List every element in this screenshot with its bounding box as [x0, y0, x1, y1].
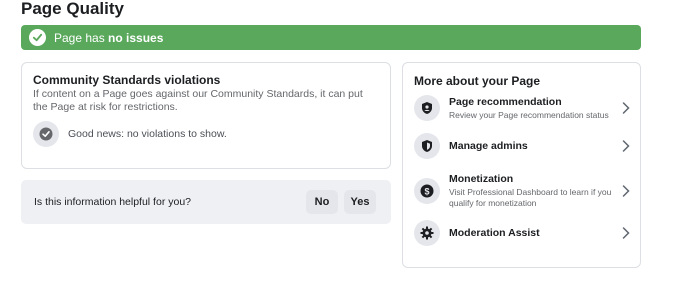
more-about-page-card: More about your Page Page recommendation… [402, 62, 641, 268]
helpful-feedback-bar: Is this information helpful for you? No … [21, 180, 391, 224]
dollar-icon: $ [414, 178, 440, 204]
shield-icon [414, 133, 440, 159]
chevron-right-icon [622, 185, 630, 197]
more-title: More about your Page [414, 74, 541, 88]
manage-admins-title: Manage admins [449, 140, 528, 152]
banner-text-prefix: Page has [54, 30, 109, 45]
check-circle-icon [29, 29, 46, 46]
gear-icon [414, 220, 440, 246]
banner-text: Page has no issues [54, 31, 163, 45]
yes-button[interactable]: Yes [344, 190, 376, 214]
page-recommendation-subtitle: Review your Page recommendation status [449, 109, 609, 120]
chevron-right-icon [622, 140, 630, 152]
chevron-right-icon [622, 102, 630, 114]
moderation-assist-title: Moderation Assist [449, 227, 540, 239]
page-recommendation-item[interactable]: Page recommendation Review your Page rec… [414, 93, 630, 123]
monetization-item[interactable]: $ Monetization Visit Professional Dashbo… [414, 173, 630, 209]
status-banner: Page has no issues [21, 25, 641, 50]
badge-icon [414, 95, 440, 121]
no-violations-status: Good news: no violations to show. [33, 121, 227, 147]
standards-title: Community Standards violations [33, 73, 221, 87]
helpful-question: Is this information helpful for you? [34, 196, 191, 208]
chevron-right-icon [622, 227, 630, 239]
svg-text:$: $ [424, 186, 429, 196]
community-standards-card: Community Standards violations If conten… [21, 62, 391, 169]
moderation-assist-item[interactable]: Moderation Assist [414, 218, 630, 248]
no-button[interactable]: No [306, 190, 338, 214]
manage-admins-item[interactable]: Manage admins [414, 131, 630, 161]
page-title: Page Quality [21, 0, 124, 18]
check-circle-icon [33, 121, 59, 147]
monetization-title: Monetization [449, 173, 514, 185]
no-violations-text: Good news: no violations to show. [68, 128, 227, 140]
monetization-subtitle: Visit Professional Dashboard to learn if… [449, 187, 612, 208]
standards-description: If content on a Page goes against our Co… [33, 88, 363, 113]
page-recommendation-title: Page recommendation [449, 95, 562, 108]
banner-text-bold: no issues [108, 30, 164, 45]
